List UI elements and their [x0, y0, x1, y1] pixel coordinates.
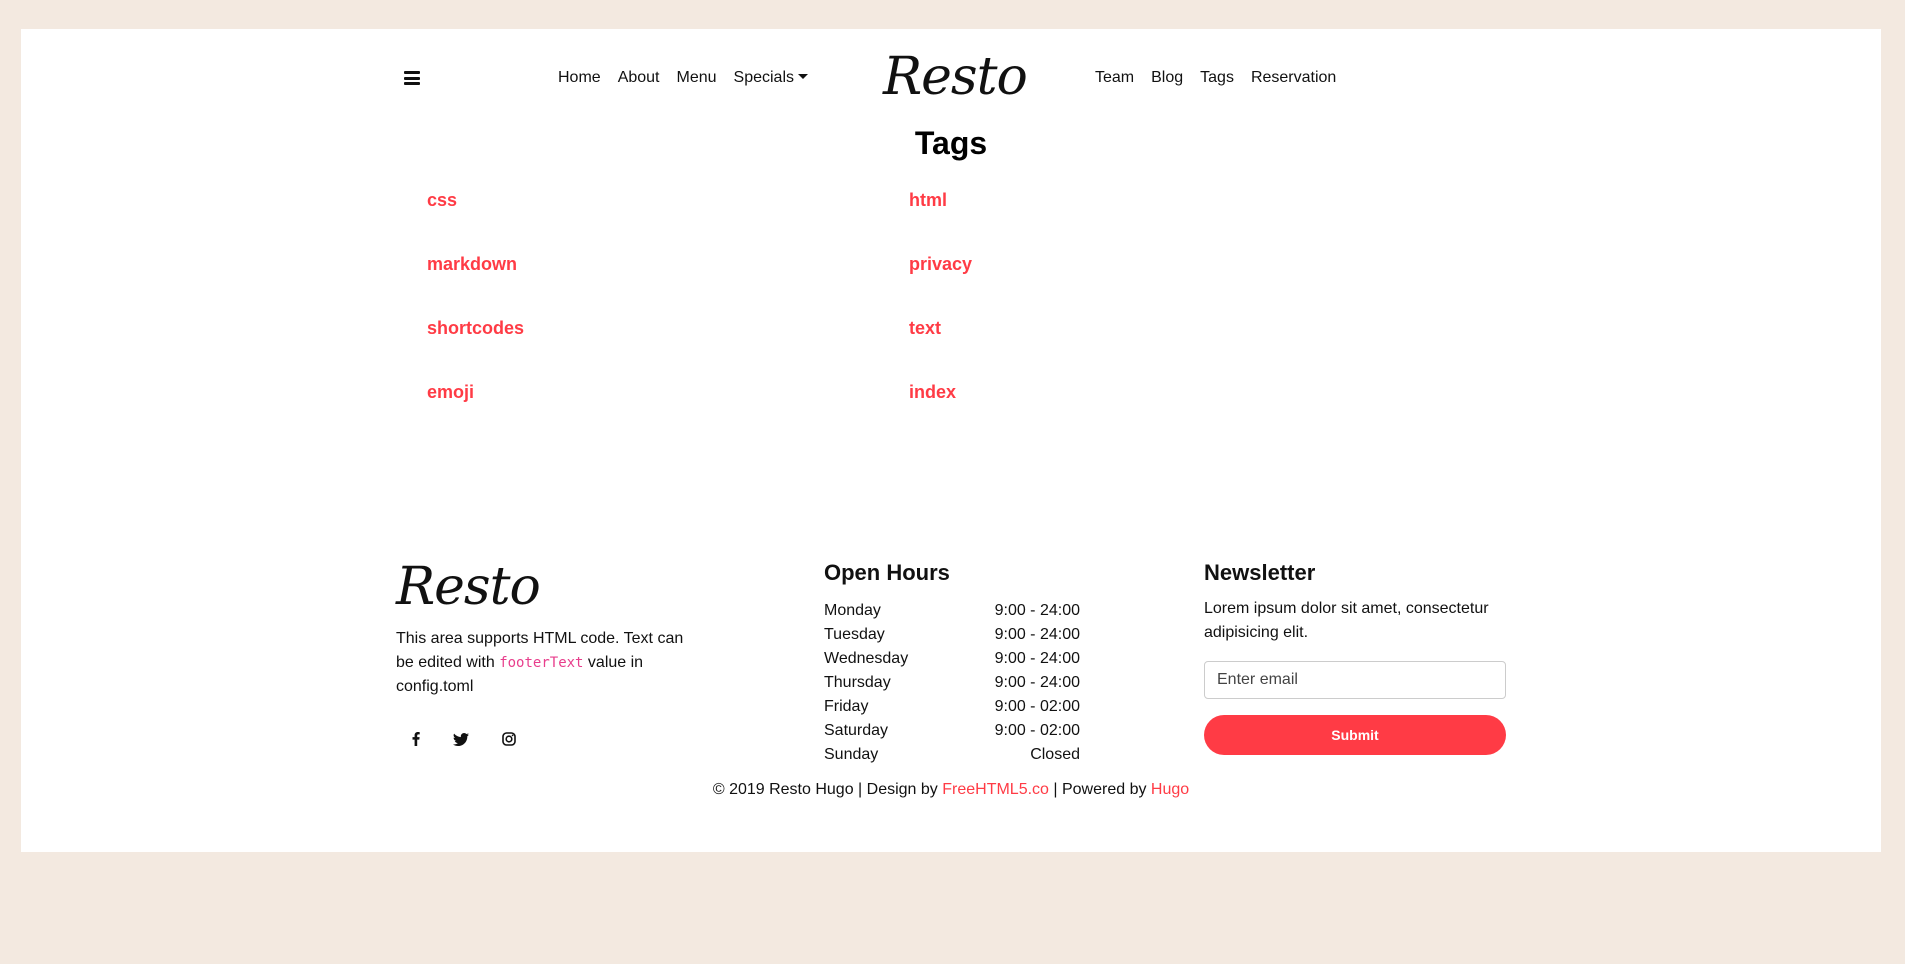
nav-home[interactable]: Home	[558, 69, 601, 87]
tag-link-markdown[interactable]: markdown	[427, 254, 517, 275]
hours-day: Tuesday	[824, 626, 885, 643]
hours-row: Monday 9:00 - 24:00	[824, 599, 1080, 623]
open-hours-heading: Open Hours	[824, 560, 950, 585]
hours-day: Wednesday	[824, 650, 909, 667]
nav-menu[interactable]: Menu	[677, 69, 717, 87]
tag-link-emoji[interactable]: emoji	[427, 382, 474, 403]
footer-logo: Resto	[396, 557, 541, 617]
copyright: © 2019 Resto Hugo | Design by FreeHTML5.…	[21, 781, 1881, 799]
caret-down-icon	[798, 74, 809, 79]
hours-day: Sunday	[824, 746, 879, 763]
nav-specials-label: Specials	[733, 69, 795, 86]
hours-row: Saturday 9:00 - 02:00	[824, 719, 1080, 743]
design-link[interactable]: FreeHTML5.co	[942, 781, 1049, 798]
footer-code: footerText	[499, 655, 584, 671]
hours-row: Thursday 9:00 - 24:00	[824, 671, 1080, 695]
hours-time: 9:00 - 24:00	[994, 626, 1080, 643]
tag-link-css[interactable]: css	[427, 190, 457, 211]
nav-blog[interactable]: Blog	[1151, 69, 1183, 87]
tag-link-privacy[interactable]: privacy	[909, 254, 972, 275]
submit-button[interactable]: Submit	[1204, 715, 1506, 755]
tag-link-index[interactable]: index	[909, 382, 956, 403]
site-logo[interactable]: Resto	[883, 51, 1028, 103]
nav-left-group: Home About Menu Specials	[558, 69, 825, 87]
hours-time: 9:00 - 02:00	[994, 722, 1080, 739]
nav-right-group: Team Blog Tags Reservation	[1095, 69, 1353, 87]
hours-day: Saturday	[824, 722, 889, 739]
page-title: Tags	[914, 125, 988, 161]
hours-row: Sunday Closed	[824, 743, 1080, 767]
tag-link-html[interactable]: html	[909, 190, 947, 211]
hours-day: Friday	[824, 698, 869, 715]
newsletter-heading: Newsletter	[1204, 560, 1316, 585]
footer-description: This area supports HTML code. Text can b…	[396, 627, 696, 699]
hours-time: 9:00 - 24:00	[994, 650, 1080, 667]
email-input[interactable]	[1204, 661, 1506, 699]
navbar: Home About Menu Specials Resto Team Blog…	[21, 29, 1881, 129]
tag-link-shortcodes[interactable]: shortcodes	[427, 318, 524, 339]
menu-toggle-icon[interactable]	[404, 71, 420, 85]
nav-specials-dropdown[interactable]: Specials	[733, 69, 809, 87]
tag-link-text[interactable]: text	[909, 318, 941, 339]
facebook-icon[interactable]	[404, 727, 428, 751]
nav-team[interactable]: Team	[1095, 69, 1134, 87]
hugo-link[interactable]: Hugo	[1151, 781, 1189, 798]
hours-time: 9:00 - 24:00	[994, 674, 1080, 691]
hours-time: 9:00 - 24:00	[994, 602, 1080, 619]
hours-time: Closed	[1030, 746, 1080, 763]
hours-day: Monday	[824, 602, 881, 619]
nav-about[interactable]: About	[618, 69, 660, 87]
nav-reservation[interactable]: Reservation	[1251, 69, 1336, 87]
hours-time: 9:00 - 02:00	[994, 698, 1080, 715]
copyright-separator: | Powered by	[1048, 781, 1151, 798]
hours-row: Wednesday 9:00 - 24:00	[824, 647, 1080, 671]
open-hours-list: Monday 9:00 - 24:00 Tuesday 9:00 - 24:00 W…	[824, 599, 1080, 767]
copyright-text: © 2019 Resto Hugo | Design by	[712, 781, 943, 798]
nav-tags[interactable]: Tags	[1200, 69, 1234, 87]
hours-row: Friday 9:00 - 02:00	[824, 695, 1080, 719]
hours-row: Tuesday 9:00 - 24:00	[824, 623, 1080, 647]
hours-day: Thursday	[824, 674, 891, 691]
page-card: Home About Menu Specials Resto Team Blog…	[21, 29, 1881, 852]
twitter-icon[interactable]	[449, 727, 473, 751]
instagram-icon[interactable]	[497, 727, 521, 751]
newsletter-description: Lorem ipsum dolor sit amet, consectetur …	[1204, 600, 1489, 641]
